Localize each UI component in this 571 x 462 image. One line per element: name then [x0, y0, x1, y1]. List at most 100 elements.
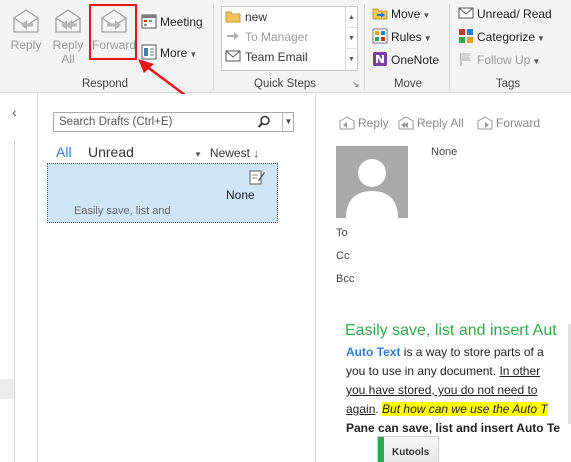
body-line-1: Auto Text is a way to store parts of a	[346, 344, 544, 360]
search-placeholder[interactable]: Search Drafts (Ctrl+E)	[59, 116, 172, 128]
separator-respond	[213, 4, 214, 90]
categorize-label: Categorize	[477, 30, 536, 44]
move-label: Move	[391, 7, 421, 21]
quick-steps-scroll[interactable]: ▲ ▼ ▼	[345, 7, 357, 70]
follow-up-flag-icon	[460, 53, 471, 66]
cc-label: Cc	[336, 250, 350, 262]
quick-steps-gallery: new To Manager Team Email ▲ ▼ ▼	[221, 6, 358, 71]
onenote-label: OneNote	[391, 53, 440, 67]
sort-label: Newest	[209, 146, 250, 160]
reply-all-button[interactable]: Reply All	[48, 4, 88, 74]
rules-icon	[372, 28, 388, 44]
auto-text-term: Auto Text	[346, 345, 401, 359]
forward-highlight-box	[89, 4, 137, 60]
folder-pane-band	[0, 379, 14, 399]
sort-dropdown-caret: ▼	[194, 150, 202, 159]
reply-all-icon	[398, 116, 414, 130]
reply-button[interactable]: Reply	[6, 4, 46, 74]
categorize-button[interactable]: Categorize ▼	[458, 27, 545, 47]
search-box[interactable]: Search Drafts (Ctrl+E) ▼	[53, 112, 294, 132]
sender-name: None	[431, 146, 458, 158]
body-title: Easily save, list and insert Aut	[345, 322, 557, 339]
quick-steps-scroll-down-icon[interactable]: ▼	[346, 28, 357, 49]
filter-all-tab[interactable]: All	[56, 144, 72, 160]
quick-step-team-email-label: Team Email	[245, 50, 308, 64]
body-line-5: Pane can save, list and insert Auto Te	[346, 421, 561, 435]
kutools-bar	[378, 437, 384, 462]
categorize-icon	[459, 29, 473, 43]
kutools-screenshot-image: Kutools	[377, 436, 439, 462]
quick-step-to-manager[interactable]: To Manager	[222, 27, 357, 47]
collapse-arrow-icon[interactable]: ‹	[12, 104, 17, 120]
bcc-label: Bcc	[336, 273, 355, 285]
message-preview: Easily save, list and	[74, 205, 171, 217]
quick-steps-scroll-up-icon[interactable]: ▲	[346, 7, 357, 28]
kutools-label: Kutools	[392, 447, 430, 458]
categorize-dropdown-caret: ▼	[537, 34, 545, 43]
meeting-label: Meeting	[160, 15, 203, 29]
quick-step-new[interactable]: new	[222, 7, 357, 27]
unread-read-label: Unread/ Read	[477, 7, 552, 21]
move-dropdown-caret: ▼	[422, 11, 431, 20]
reading-reply-button[interactable]: Reply	[339, 116, 389, 130]
quick-steps-expand-icon[interactable]: ▼	[346, 49, 357, 70]
quick-step-new-label: new	[245, 10, 268, 24]
move-group-label: Move	[393, 78, 423, 90]
ribbon: Reply Reply All Forward Meeting More ▼ R…	[0, 0, 571, 93]
meeting-button[interactable]: Meeting	[141, 12, 203, 32]
follow-up-button[interactable]: Follow Up ▼	[458, 50, 540, 70]
onenote-button[interactable]: OneNote	[372, 50, 439, 70]
body-line-4-again: again	[346, 402, 376, 416]
body-line-4-highlight: But how can we use the Auto T	[382, 402, 548, 416]
rules-button[interactable]: Rules ▼	[372, 27, 432, 47]
meeting-icon	[141, 14, 157, 29]
search-scope-dropdown-icon[interactable]: ▼	[282, 113, 294, 131]
message-from: None	[226, 188, 255, 202]
follow-up-label: Follow Up	[477, 53, 531, 67]
filter-unread-tab[interactable]: Unread	[88, 144, 134, 160]
to-label: To	[336, 227, 348, 239]
quick-step-to-manager-label: To Manager	[245, 30, 309, 44]
rules-label: Rules	[391, 30, 422, 44]
list-item[interactable]: None Easily save, list and	[47, 163, 278, 223]
sort-direction-arrow-icon: ↓	[253, 146, 260, 160]
forward-icon	[477, 116, 493, 130]
onenote-icon	[373, 52, 387, 66]
reading-forward-label: Forward	[496, 116, 541, 130]
avatar	[336, 146, 408, 218]
reply-all-label-line2: All	[61, 52, 75, 66]
reading-reply-all-button[interactable]: Reply All	[398, 116, 464, 130]
rules-dropdown-caret: ▼	[423, 34, 432, 43]
body-line-2-link: In other	[499, 364, 541, 378]
follow-up-dropdown-caret: ▼	[532, 57, 541, 66]
reply-all-icon	[55, 9, 81, 33]
move-button[interactable]: Move ▼	[372, 4, 430, 24]
reading-reply-all-label: Reply All	[417, 116, 464, 130]
reply-icon	[13, 9, 39, 33]
body-line-2: you to use in any document. In other	[346, 363, 540, 379]
reply-label: Reply	[10, 38, 42, 52]
envelope-icon	[225, 50, 241, 62]
folder-pane-divider	[14, 140, 15, 462]
body-line-3: you have stored, you do not need to	[346, 383, 538, 397]
draft-icon	[249, 170, 265, 185]
forward-arrow-icon	[227, 32, 239, 40]
separator-move	[449, 4, 450, 90]
sort-control[interactable]: ▼ Newest ↓	[194, 146, 259, 160]
search-icon[interactable]	[257, 115, 271, 129]
unread-read-button[interactable]: Unread/ Read	[458, 4, 552, 24]
reply-all-label-line1: Reply	[52, 38, 84, 52]
folder-icon	[225, 11, 241, 23]
unread-read-icon	[458, 7, 474, 19]
body-line-2-text: you to use in any document.	[346, 364, 500, 378]
quick-steps-group-label: Quick Steps	[254, 78, 316, 90]
separator-quick-steps	[364, 4, 365, 90]
reading-forward-button[interactable]: Forward	[477, 116, 540, 130]
reading-reply-label: Reply	[358, 116, 389, 130]
reading-pane: Reply Reply All Forward None To Cc Bcc E…	[317, 94, 571, 462]
quick-steps-launcher-icon[interactable]: ↘	[352, 79, 360, 90]
quick-step-team-email[interactable]: Team Email	[222, 47, 357, 67]
body-line-4: again. But how can we use the Auto T	[346, 401, 548, 417]
body-line-1-text: is a way to store parts of a	[400, 345, 544, 359]
folder-pane-collapsed: ‹	[0, 94, 38, 462]
